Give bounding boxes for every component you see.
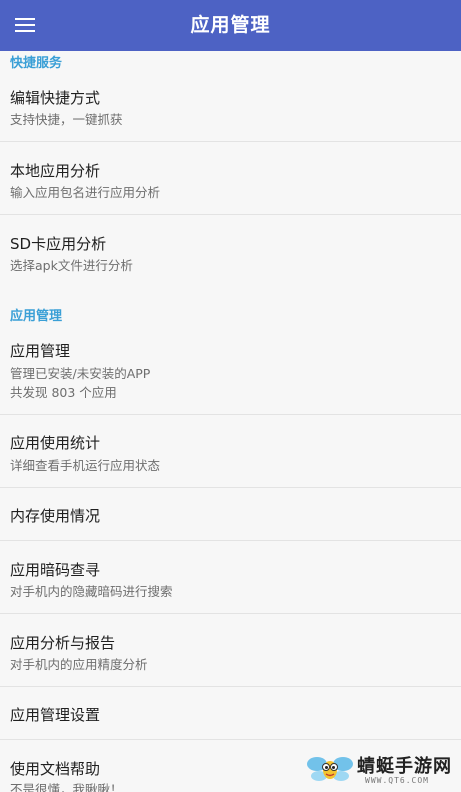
item-title: 应用使用统计 [10,434,101,452]
list-item-app-analysis-report[interactable]: 应用分析与报告 对手机内的应用精度分析 [0,614,461,687]
list-item-app-management-settings[interactable]: 应用管理设置 [0,687,461,740]
watermark: 蜻蜓手游网 WWW.QT6.COM [305,750,455,790]
list-item-edit-shortcuts[interactable]: 编辑快捷方式 支持快捷，一键抓获 [0,69,461,142]
item-title: 应用暗码查寻 [10,561,101,579]
item-subtitle: 选择apk文件进行分析 [10,258,133,273]
item-title: 应用分析与报告 [10,634,116,652]
app-count-text: 共发现 803 个应用 [10,385,117,400]
item-subtitle: 对手机内的隐藏暗码进行搜索 [10,584,173,599]
item-title: 使用文档帮助 [10,760,101,778]
item-title: 应用管理设置 [10,706,101,724]
item-subtitle: 不是很懂，我瞅瞅！ [10,782,123,792]
item-subtitle: 对手机内的应用精度分析 [10,657,148,672]
item-subtitle: 详细查看手机运行应用状态 [10,458,161,473]
app-bar: 应用管理 [0,0,461,51]
section-header-app-management: 应用管理 [10,309,63,324]
list-item-memory-usage[interactable]: 内存使用情况 [0,488,461,541]
item-title: 应用管理 [10,342,71,360]
settings-list[interactable]: 快捷服务 编辑快捷方式 支持快捷，一键抓获 本地应用分析 输入应用包名进行应用分… [0,51,461,792]
list-item-secret-code-search[interactable]: 应用暗码查寻 对手机内的隐藏暗码进行搜索 [0,541,461,614]
list-item-sd-app-analysis[interactable]: SD卡应用分析 选择apk文件进行分析 [0,215,461,287]
list-item-app-management[interactable]: 应用管理 管理已安装/未安装的APP 共发现 803 个应用 [0,323,461,415]
list-item-app-usage-stats[interactable]: 应用使用统计 详细查看手机运行应用状态 [0,415,461,488]
item-title: 本地应用分析 [10,162,101,180]
item-subtitle: 管理已安装/未安装的APP [10,366,151,381]
watermark-text: 蜻蜓手游网 [357,756,452,777]
item-title: SD卡应用分析 [10,235,107,253]
dragonfly-logo-icon [307,757,353,781]
item-subtitle: 输入应用包名进行应用分析 [10,185,161,200]
watermark-url: WWW.QT6.COM [365,776,429,785]
item-title: 编辑快捷方式 [10,89,101,107]
list-item-local-app-analysis[interactable]: 本地应用分析 输入应用包名进行应用分析 [0,142,461,215]
page-title: 应用管理 [190,14,271,36]
item-subtitle: 支持快捷，一键抓获 [10,112,123,127]
item-title: 内存使用情况 [10,507,101,525]
